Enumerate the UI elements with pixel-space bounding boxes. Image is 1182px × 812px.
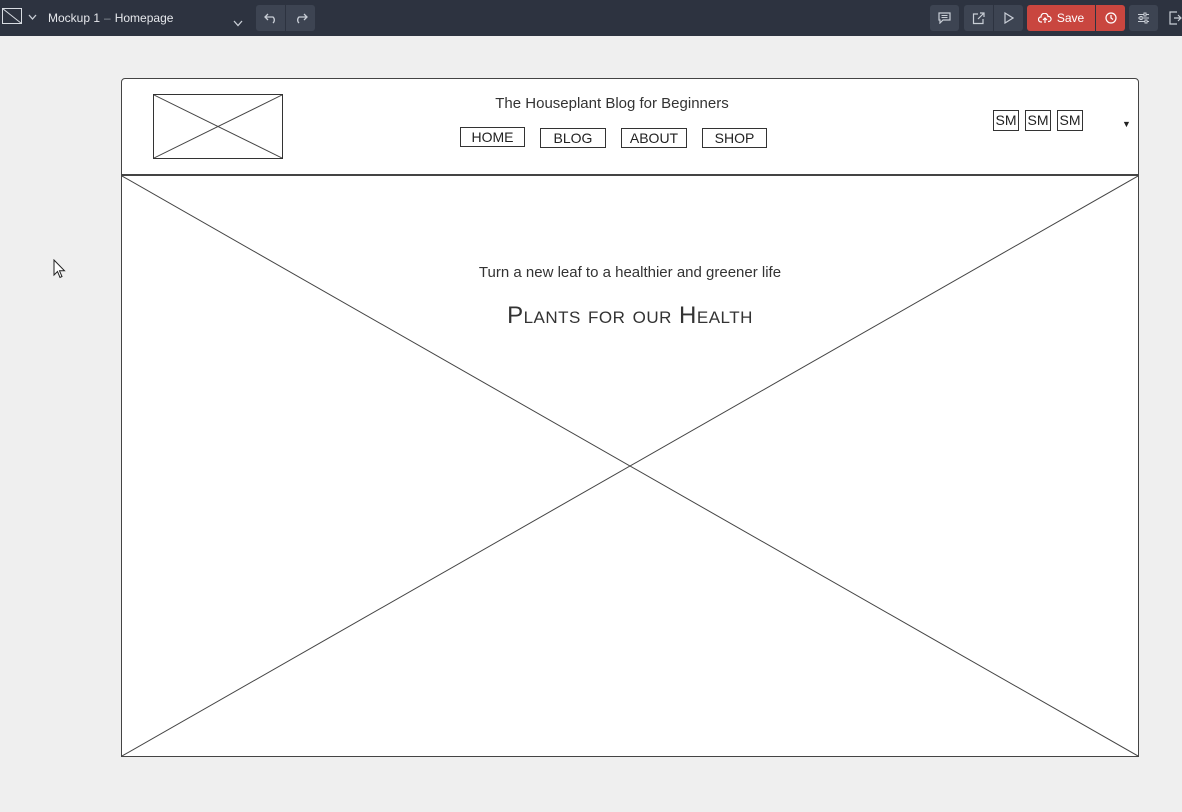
project-name: Mockup 1: [48, 11, 101, 25]
play-icon: [1003, 12, 1014, 24]
undo-icon: [263, 13, 275, 24]
comments-button[interactable]: [930, 5, 959, 31]
top-toolbar: Mockup 1– Homepage Save: [0, 0, 1182, 36]
nav-blog-button[interactable]: BLOG: [540, 128, 606, 148]
comment-icon: [938, 12, 951, 24]
hero-placeholder-cross: [122, 176, 1138, 756]
present-button[interactable]: [994, 5, 1023, 31]
upload-cloud-icon: [1037, 12, 1052, 23]
open-external-button[interactable]: [964, 5, 993, 31]
hero-image-placeholder[interactable]: Turn a new leaf to a healthier and green…: [121, 175, 1139, 757]
properties-button[interactable]: [1129, 5, 1158, 31]
save-label: Save: [1056, 11, 1085, 25]
hero-tagline[interactable]: Turn a new leaf to a healthier and green…: [122, 264, 1138, 281]
redo-icon: [296, 13, 308, 24]
app-logo-icon[interactable]: [2, 8, 22, 24]
exit-button[interactable]: [1168, 11, 1182, 30]
app-menu-chevron-icon[interactable]: [28, 12, 37, 22]
page-chevron-down-icon[interactable]: [233, 14, 243, 32]
history-icon: [1104, 12, 1117, 24]
hero-title[interactable]: Plants for our Health: [122, 302, 1138, 330]
document-title[interactable]: Mockup 1– Homepage: [48, 11, 173, 25]
social-media-button-1[interactable]: SM: [993, 110, 1019, 131]
mockup-header[interactable]: The Houseplant Blog for Beginners HOME B…: [121, 78, 1139, 175]
settings-sliders-icon: [1138, 12, 1149, 24]
nav-shop-button[interactable]: SHOP: [702, 128, 767, 148]
exit-icon: [1169, 11, 1182, 25]
save-history-button[interactable]: [1096, 5, 1125, 31]
site-title[interactable]: The Houseplant Blog for Beginners: [122, 95, 1102, 112]
social-media-button-3[interactable]: SM: [1057, 110, 1083, 131]
nav-home-button[interactable]: HOME: [460, 127, 525, 147]
save-button[interactable]: Save: [1027, 5, 1095, 31]
social-media-button-2[interactable]: SM: [1025, 110, 1051, 131]
title-separator: –: [104, 11, 111, 25]
undo-button[interactable]: [256, 5, 285, 31]
page-name: Homepage: [114, 11, 174, 25]
dropdown-arrow-icon[interactable]: ▼: [1122, 119, 1131, 129]
external-link-icon: [972, 11, 985, 24]
mouse-cursor-icon: [53, 258, 66, 284]
nav-about-button[interactable]: ABOUT: [621, 128, 687, 148]
redo-button[interactable]: [286, 5, 315, 31]
